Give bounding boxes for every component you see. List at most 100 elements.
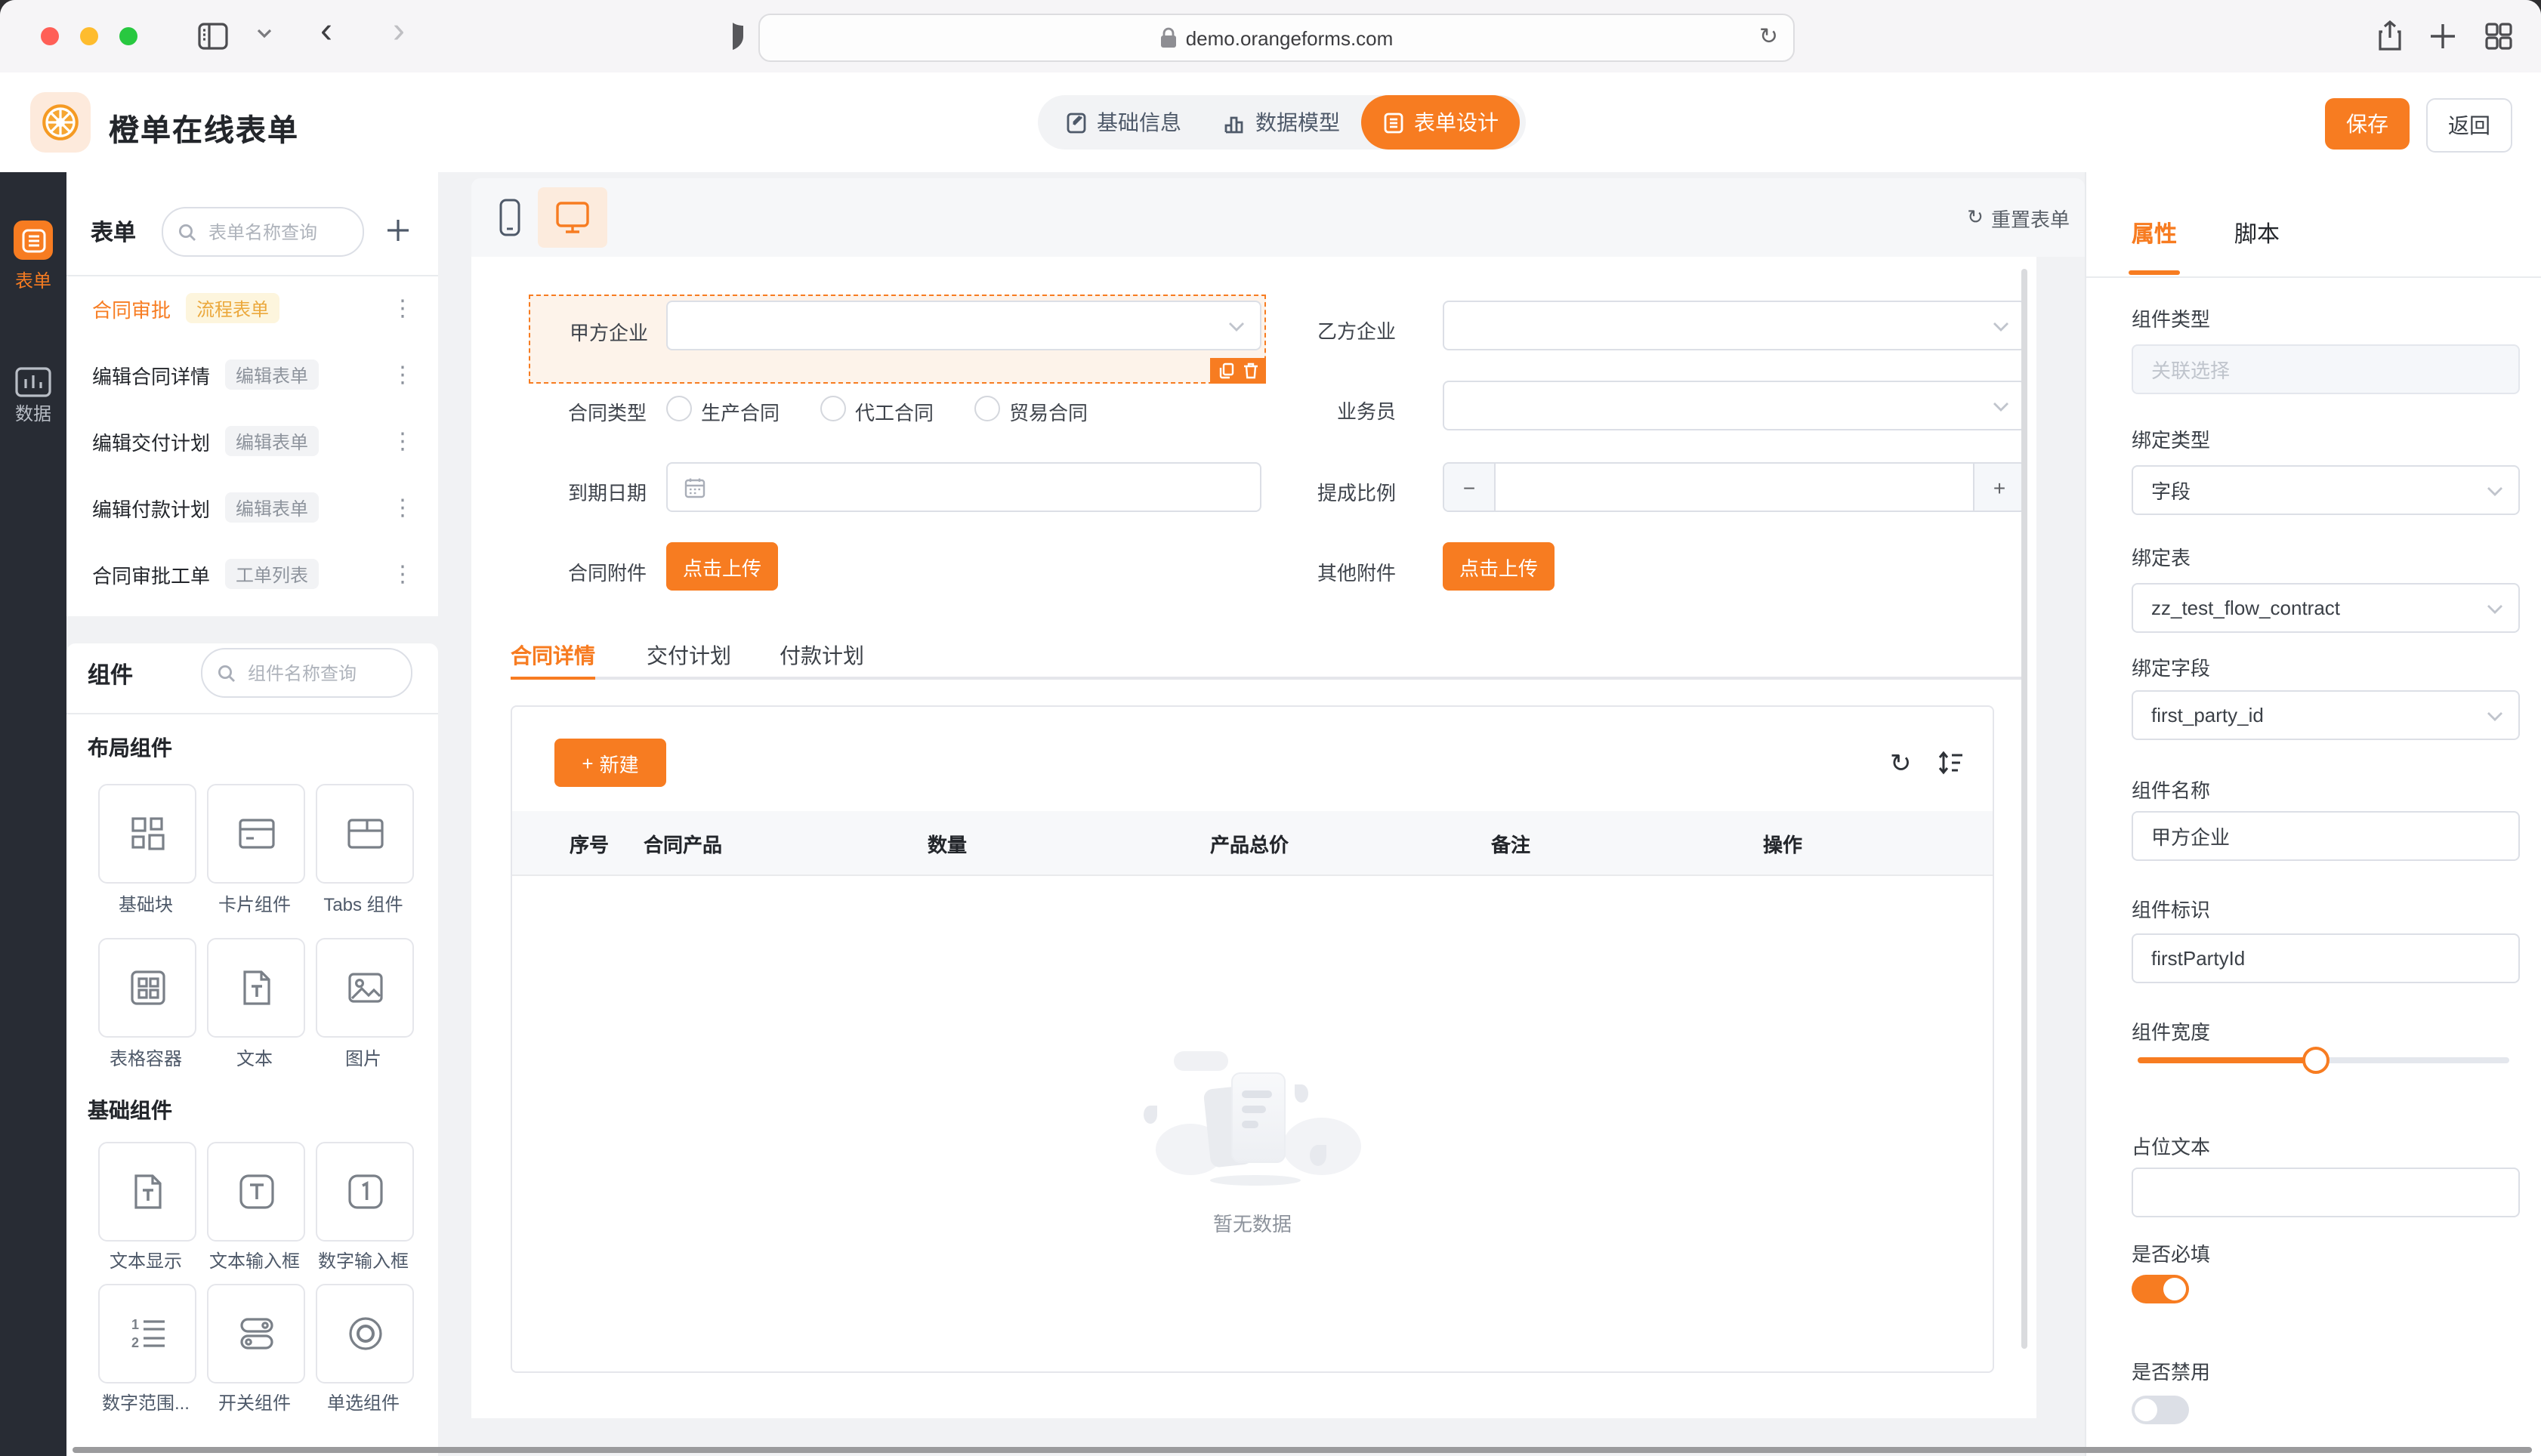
component-key-input[interactable] xyxy=(2132,933,2520,983)
first-party-select[interactable] xyxy=(666,301,1261,350)
component-table-container[interactable] xyxy=(98,938,196,1038)
radio-oem-contract[interactable] xyxy=(820,396,846,421)
inspector-panel: 属性 脚本 组件类型 关联选择 绑定类型 字段 绑定表 zz_test_flow… xyxy=(2085,172,2541,1456)
component-number-range[interactable]: 1 2 xyxy=(98,1284,196,1384)
browser-toolbar: ‹ › demo.orangeforms.com ↻ xyxy=(0,0,2541,74)
stepper-minus-button[interactable]: − xyxy=(1444,464,1496,511)
delete-icon[interactable] xyxy=(1243,362,1258,379)
privacy-shield-icon[interactable] xyxy=(721,21,745,51)
form-list-item[interactable]: 编辑交付计划 编辑表单 ⋮ xyxy=(66,408,438,474)
reload-icon[interactable]: ↻ xyxy=(1759,23,1778,50)
disabled-toggle[interactable] xyxy=(2132,1396,2189,1424)
component-text[interactable] xyxy=(207,938,305,1038)
add-form-icon[interactable] xyxy=(387,219,409,242)
tab-payment-plan[interactable]: 付款计划 xyxy=(780,640,864,671)
due-date-input[interactable] xyxy=(666,462,1261,512)
close-window-button[interactable] xyxy=(41,27,59,45)
rail-label-forms[interactable]: 表单 xyxy=(0,267,66,293)
tab-basic-info[interactable]: 基础信息 xyxy=(1044,95,1203,150)
lock-icon xyxy=(1160,27,1177,48)
tab-delivery-plan[interactable]: 交付计划 xyxy=(647,640,731,671)
tab-contract-detail[interactable]: 合同详情 xyxy=(511,640,595,671)
slider-knob[interactable] xyxy=(2302,1047,2330,1074)
slider-fill xyxy=(2138,1057,2317,1063)
kebab-menu-icon[interactable]: ⋮ xyxy=(391,361,414,388)
form-search-input[interactable] xyxy=(205,220,347,244)
browser-forward-button[interactable]: › xyxy=(393,13,405,49)
component-name-value[interactable] xyxy=(2151,825,2500,847)
form-name: 编辑付款计划 xyxy=(92,498,211,520)
tab-form-design[interactable]: 表单设计 xyxy=(1361,95,1520,150)
svg-text:2: 2 xyxy=(131,1335,138,1350)
required-toggle[interactable] xyxy=(2132,1275,2189,1303)
component-name-input[interactable] xyxy=(2132,811,2520,861)
bind-table-select[interactable]: zz_test_flow_contract xyxy=(2132,583,2520,633)
col-index: 序号 xyxy=(570,833,610,856)
sidebar-toggle-icon[interactable] xyxy=(196,21,230,51)
selected-field-first-party[interactable]: 甲方企业 xyxy=(529,295,1266,384)
form-list-item[interactable]: 合同审批 流程表单 ⋮ xyxy=(66,275,438,341)
component-text-input[interactable] xyxy=(207,1142,305,1242)
form-list-item[interactable]: 编辑合同详情 编辑表单 ⋮ xyxy=(66,341,438,408)
rail-item-forms[interactable] xyxy=(14,221,53,260)
radio-production-contract[interactable] xyxy=(666,396,692,421)
form-list-item[interactable]: 合同审批工单 工单列表 ⋮ xyxy=(66,541,438,607)
component-text-display[interactable] xyxy=(98,1142,196,1242)
reset-form-button[interactable]: ↻ 重置表单 xyxy=(1967,178,2070,257)
new-row-button[interactable]: + 新建 xyxy=(554,739,666,787)
placeholder-text-value[interactable] xyxy=(2151,1181,2500,1204)
component-tabs[interactable] xyxy=(316,784,414,884)
copy-icon[interactable] xyxy=(1218,362,1233,379)
table-sort-icon[interactable] xyxy=(1938,751,1964,775)
bind-field-select[interactable]: first_party_id xyxy=(2132,690,2520,740)
share-icon[interactable] xyxy=(2376,20,2404,53)
component-search-input[interactable] xyxy=(245,661,396,685)
component-search[interactable] xyxy=(201,648,412,698)
second-party-select[interactable] xyxy=(1443,301,2026,350)
horizontal-scrollbar[interactable] xyxy=(73,1447,2532,1453)
inspector-tab-script[interactable]: 脚本 xyxy=(2234,217,2280,249)
placeholder-text-input[interactable] xyxy=(2132,1168,2520,1217)
component-card[interactable] xyxy=(207,784,305,884)
tab-data-model[interactable]: 数据模型 xyxy=(1203,95,1361,150)
canvas-scrollbar[interactable] xyxy=(2021,269,2027,1349)
browser-back-button[interactable]: ‹ xyxy=(320,13,332,49)
component-radio[interactable] xyxy=(316,1284,414,1384)
address-bar[interactable]: demo.orangeforms.com ↻ xyxy=(758,14,1795,62)
form-search[interactable] xyxy=(162,207,364,257)
contract-upload-button[interactable]: 点击上传 xyxy=(666,542,778,591)
save-button[interactable]: 保存 xyxy=(2325,98,2410,150)
stepper-plus-button[interactable]: + xyxy=(1973,464,2024,511)
salesman-select[interactable] xyxy=(1443,381,2026,430)
component-width-slider[interactable] xyxy=(2138,1047,2509,1074)
component-basic-block[interactable] xyxy=(98,784,196,884)
commission-rate-stepper[interactable]: − + xyxy=(1443,462,2026,512)
back-button[interactable]: 返回 xyxy=(2426,98,2512,153)
radio-trade-contract[interactable] xyxy=(974,396,1000,421)
kebab-menu-icon[interactable]: ⋮ xyxy=(391,560,414,588)
inspector-tab-properties[interactable]: 属性 xyxy=(2132,217,2177,249)
inspector-tab-indicator xyxy=(2129,270,2180,275)
table-refresh-icon[interactable]: ↻ xyxy=(1890,749,1912,779)
new-tab-icon[interactable] xyxy=(2429,23,2456,50)
component-key-value[interactable] xyxy=(2151,947,2500,970)
component-number-input[interactable] xyxy=(316,1142,414,1242)
form-list-item[interactable]: 编辑付款计划 编辑表单 ⋮ xyxy=(66,474,438,541)
radio-icon xyxy=(348,1317,381,1350)
kebab-menu-icon[interactable]: ⋮ xyxy=(391,494,414,521)
zoom-window-button[interactable] xyxy=(119,27,137,45)
component-switch[interactable] xyxy=(207,1284,305,1384)
other-upload-button[interactable]: 点击上传 xyxy=(1443,542,1555,591)
minimize-window-button[interactable] xyxy=(80,27,98,45)
component-label: 文本输入框 xyxy=(208,1251,300,1272)
component-image[interactable] xyxy=(316,938,414,1038)
kebab-menu-icon[interactable]: ⋮ xyxy=(391,427,414,455)
desktop-view-button[interactable] xyxy=(538,187,607,248)
kebab-menu-icon[interactable]: ⋮ xyxy=(391,295,414,322)
bind-type-select[interactable]: 字段 xyxy=(2132,465,2520,515)
sidebar-chevron-icon[interactable] xyxy=(257,27,272,39)
mobile-view-button[interactable] xyxy=(486,193,532,242)
rail-label-data[interactable]: 数据 xyxy=(0,400,66,426)
rail-item-data[interactable] xyxy=(14,362,53,402)
tab-overview-icon[interactable] xyxy=(2485,23,2512,50)
